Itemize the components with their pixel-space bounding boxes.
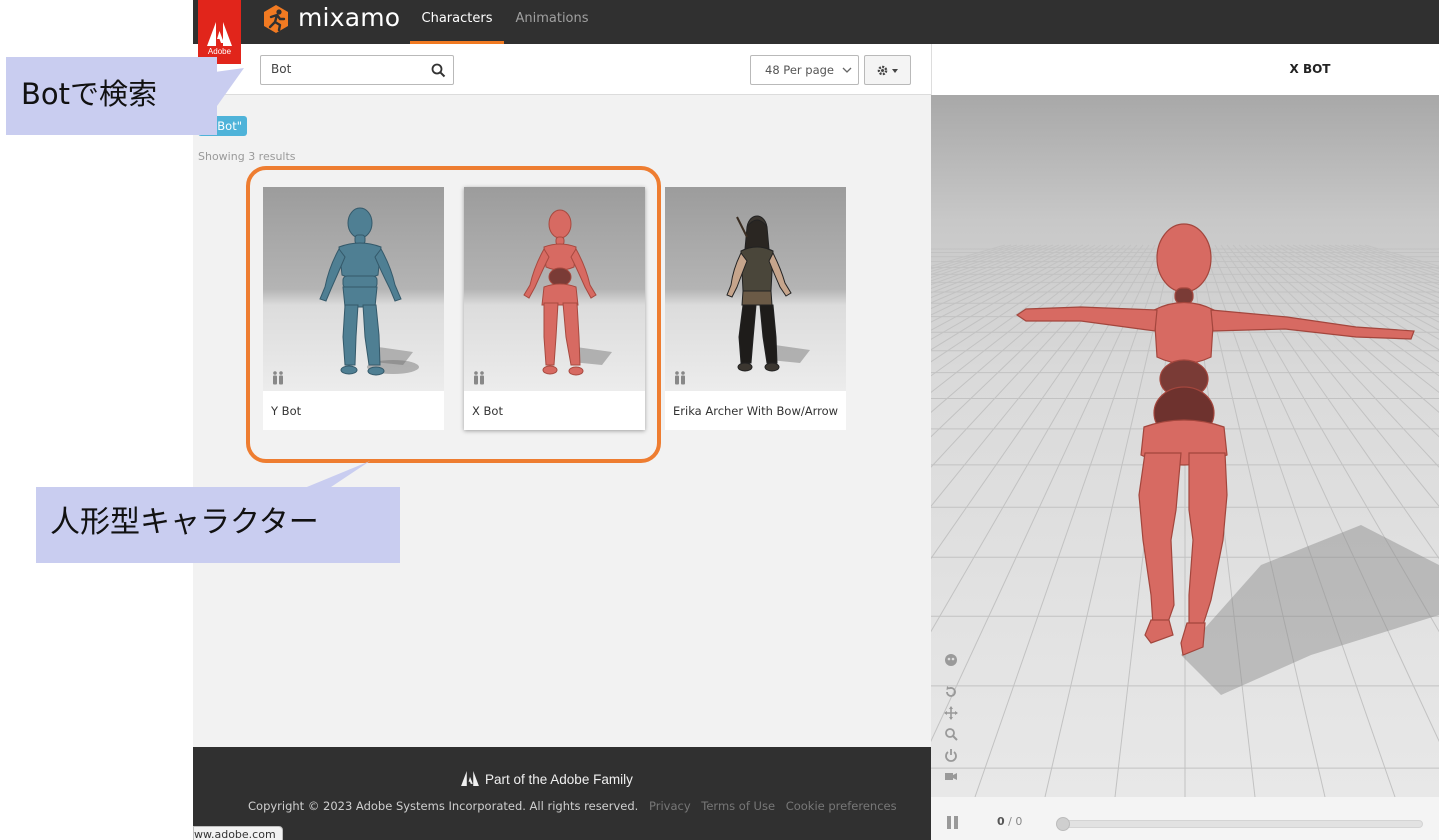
footer: Part of the Adobe Family Copyright © 202… xyxy=(193,747,931,840)
copyright-text: Copyright © 2023 Adobe Systems Incorpora… xyxy=(248,799,639,813)
camera-icon[interactable] xyxy=(944,769,958,783)
results-count: Showing 3 results xyxy=(198,150,296,163)
timeline-scrubber[interactable] xyxy=(1056,817,1423,831)
viewer-title: X BOT xyxy=(1289,62,1331,76)
skeleton-icon[interactable] xyxy=(944,653,958,667)
scrubber-handle[interactable] xyxy=(1056,817,1070,831)
search-icon[interactable] xyxy=(431,63,446,78)
adobe-wordmark: Adobe xyxy=(207,47,232,56)
privacy-link[interactable]: Privacy xyxy=(649,799,691,813)
adobe-family-text: Part of the Adobe Family xyxy=(485,772,633,787)
viewer-header: X BOT xyxy=(931,44,1439,95)
characters-annotation: 人形型キャラクター xyxy=(36,487,400,563)
brand-name: mixamo xyxy=(298,3,401,32)
search-annotation: Botで検索 xyxy=(6,57,217,135)
people-icon xyxy=(675,371,685,385)
reset-view-icon[interactable] xyxy=(944,685,958,699)
terms-link[interactable]: Terms of Use xyxy=(701,799,775,813)
erika-archer-figure xyxy=(726,215,810,372)
character-card-erika-archer[interactable]: Erika Archer With Bow/Arrow xyxy=(665,187,846,430)
current-frame: 0 xyxy=(997,815,1005,828)
adobe-family-link[interactable]: Part of the Adobe Family xyxy=(461,771,633,787)
search-box[interactable]: Bot xyxy=(260,55,454,85)
3d-viewport[interactable] xyxy=(931,95,1439,797)
settings-dropdown-button[interactable] xyxy=(864,55,911,85)
adobe-a-icon xyxy=(207,22,232,46)
per-page-value: 48 Per page xyxy=(765,63,834,77)
adobe-logo-badge[interactable]: Adobe xyxy=(198,0,241,64)
power-icon[interactable] xyxy=(944,748,958,762)
character-name: Erika Archer With Bow/Arrow xyxy=(673,404,839,418)
zoom-icon[interactable] xyxy=(944,727,958,741)
frame-counter: 0 / 0 xyxy=(997,815,1022,828)
cookie-preferences-link[interactable]: Cookie preferences xyxy=(786,799,897,813)
playback-bar: 0 / 0 xyxy=(931,797,1439,840)
pause-icon[interactable] xyxy=(946,816,959,829)
footer-links: Copyright © 2023 Adobe Systems Incorpora… xyxy=(248,799,904,813)
per-page-select[interactable]: 48 Per page xyxy=(750,55,859,85)
tab-characters[interactable]: Characters xyxy=(410,0,504,44)
tab-animations[interactable]: Animations xyxy=(508,0,596,44)
character-thumbnail xyxy=(665,187,846,391)
gear-icon xyxy=(877,65,898,76)
characters-highlight-box xyxy=(246,166,661,463)
adobe-a-icon xyxy=(461,771,479,786)
mixamo-logo-icon[interactable] xyxy=(261,4,291,34)
search-input[interactable]: Bot xyxy=(271,62,421,76)
page: Adobe mixamo Characters Animations Bot 4… xyxy=(0,0,1439,840)
total-frames: / 0 xyxy=(1008,815,1023,828)
status-url-tooltip: ww.adobe.com xyxy=(193,826,283,840)
chevron-down-icon xyxy=(842,67,852,73)
floor-grid xyxy=(931,223,1439,797)
pan-icon[interactable] xyxy=(944,706,958,720)
